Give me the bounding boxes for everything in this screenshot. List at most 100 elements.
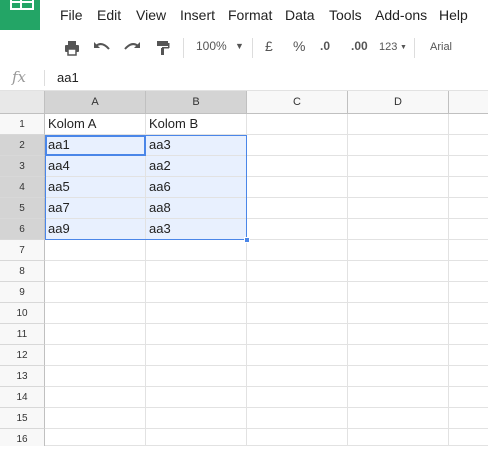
cell-e3[interactable] — [449, 156, 488, 177]
cell-c4[interactable] — [247, 177, 348, 198]
cell-e8[interactable] — [449, 261, 488, 282]
cell-a3[interactable]: aa4 — [45, 156, 146, 177]
menu-data[interactable]: Data — [285, 7, 315, 23]
chevron-down-icon[interactable]: ▼ — [400, 44, 407, 51]
column-header-a[interactable]: A — [45, 91, 146, 114]
row-header[interactable]: 5 — [0, 198, 45, 219]
cell-d4[interactable] — [348, 177, 449, 198]
cell-d7[interactable] — [348, 240, 449, 261]
cell-e4[interactable] — [449, 177, 488, 198]
cell-d15[interactable] — [348, 408, 449, 429]
cell-b14[interactable] — [146, 387, 247, 408]
font-select[interactable]: Arial — [430, 41, 452, 53]
cell-b13[interactable] — [146, 366, 247, 387]
cell-a8[interactable] — [45, 261, 146, 282]
cell-c9[interactable] — [247, 282, 348, 303]
cell-c12[interactable] — [247, 345, 348, 366]
cell-c5[interactable] — [247, 198, 348, 219]
cell-c10[interactable] — [247, 303, 348, 324]
cell-e6[interactable] — [449, 219, 488, 240]
cell-d6[interactable] — [348, 219, 449, 240]
menu-view[interactable]: View — [136, 7, 166, 23]
cell-a5[interactable]: aa7 — [45, 198, 146, 219]
cell-d11[interactable] — [348, 324, 449, 345]
cell-c13[interactable] — [247, 366, 348, 387]
cell-b5[interactable]: aa8 — [146, 198, 247, 219]
cell-c6[interactable] — [247, 219, 348, 240]
row-header[interactable]: 6 — [0, 219, 45, 240]
cell-b4[interactable]: aa6 — [146, 177, 247, 198]
cell-b11[interactable] — [146, 324, 247, 345]
cell-e5[interactable] — [449, 198, 488, 219]
cell-b7[interactable] — [146, 240, 247, 261]
decrease-decimal-button[interactable]: .0 — [320, 39, 330, 53]
increase-decimal-button[interactable]: .00 — [351, 39, 368, 53]
sheets-logo-icon[interactable] — [0, 0, 40, 30]
row-header[interactable]: 10 — [0, 303, 45, 324]
cell-e9[interactable] — [449, 282, 488, 303]
paint-format-icon[interactable] — [156, 40, 170, 56]
print-icon[interactable] — [64, 40, 80, 56]
cell-b10[interactable] — [146, 303, 247, 324]
row-header[interactable]: 1 — [0, 114, 45, 135]
cell-d8[interactable] — [348, 261, 449, 282]
cell-b12[interactable] — [146, 345, 247, 366]
cell-a15[interactable] — [45, 408, 146, 429]
cell-b9[interactable] — [146, 282, 247, 303]
cell-b16[interactable] — [146, 429, 247, 446]
menu-format[interactable]: Format — [228, 7, 272, 23]
cell-d12[interactable] — [348, 345, 449, 366]
cell-b3[interactable]: aa2 — [146, 156, 247, 177]
row-header[interactable]: 12 — [0, 345, 45, 366]
menu-edit[interactable]: Edit — [97, 7, 121, 23]
menu-insert[interactable]: Insert — [180, 7, 215, 23]
column-header-b[interactable]: B — [146, 91, 247, 114]
column-header-d[interactable]: D — [348, 91, 449, 114]
cell-e15[interactable] — [449, 408, 488, 429]
cell-a6[interactable]: aa9 — [45, 219, 146, 240]
cell-c16[interactable] — [247, 429, 348, 446]
more-formats-button[interactable]: 123 — [379, 41, 397, 53]
cell-e16[interactable] — [449, 429, 488, 446]
cell-a12[interactable] — [45, 345, 146, 366]
menu-add-ons[interactable]: Add-ons — [375, 7, 427, 23]
cell-c14[interactable] — [247, 387, 348, 408]
menu-help[interactable]: Help — [439, 7, 468, 23]
cell-c3[interactable] — [247, 156, 348, 177]
cell-c8[interactable] — [247, 261, 348, 282]
cell-b15[interactable] — [146, 408, 247, 429]
cell-e14[interactable] — [449, 387, 488, 408]
cell-a1[interactable]: Kolom A — [45, 114, 146, 135]
cell-d14[interactable] — [348, 387, 449, 408]
cell-d10[interactable] — [348, 303, 449, 324]
percent-format-button[interactable]: % — [293, 38, 305, 54]
fill-handle[interactable] — [244, 237, 250, 243]
row-header[interactable]: 15 — [0, 408, 45, 429]
row-header[interactable]: 16 — [0, 429, 45, 446]
cell-d16[interactable] — [348, 429, 449, 446]
cell-b1[interactable]: Kolom B — [146, 114, 247, 135]
cell-a10[interactable] — [45, 303, 146, 324]
chevron-down-icon[interactable]: ▼ — [235, 41, 244, 51]
row-header[interactable]: 3 — [0, 156, 45, 177]
undo-icon[interactable] — [93, 41, 111, 53]
select-all-corner[interactable] — [0, 91, 45, 114]
cell-d2[interactable] — [348, 135, 449, 156]
cell-c11[interactable] — [247, 324, 348, 345]
cell-a14[interactable] — [45, 387, 146, 408]
menu-tools[interactable]: Tools — [329, 7, 362, 23]
cell-d3[interactable] — [348, 156, 449, 177]
row-header[interactable]: 8 — [0, 261, 45, 282]
zoom-select[interactable]: 100% — [196, 39, 227, 53]
cell-b2[interactable]: aa3 — [146, 135, 247, 156]
cell-e1[interactable] — [449, 114, 488, 135]
row-header[interactable]: 9 — [0, 282, 45, 303]
cell-e7[interactable] — [449, 240, 488, 261]
column-header-c[interactable]: C — [247, 91, 348, 114]
active-cell-a2[interactable] — [45, 135, 146, 156]
cell-c7[interactable] — [247, 240, 348, 261]
row-header[interactable]: 13 — [0, 366, 45, 387]
cell-b6[interactable]: aa3 — [146, 219, 247, 240]
cell-c15[interactable] — [247, 408, 348, 429]
row-header[interactable]: 2 — [0, 135, 45, 156]
